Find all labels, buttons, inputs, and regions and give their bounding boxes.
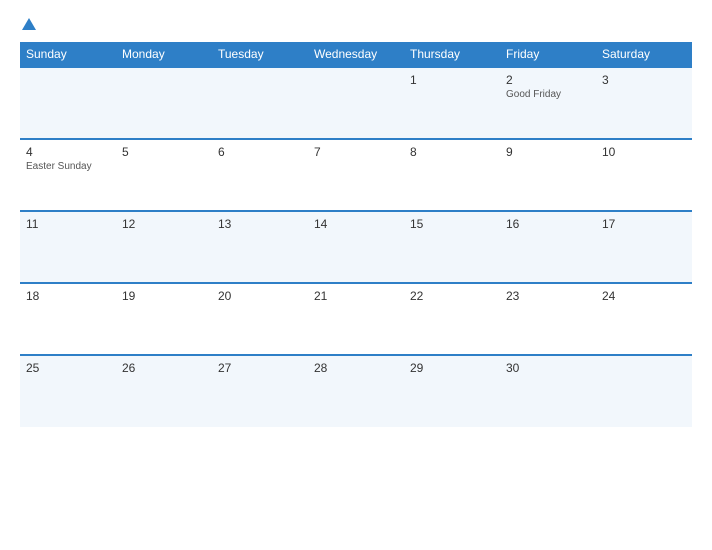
day-number: 13 xyxy=(218,217,302,231)
calendar-cell: 30 xyxy=(500,355,596,427)
day-number: 10 xyxy=(602,145,686,159)
day-number: 1 xyxy=(410,73,494,87)
calendar-cell: 29 xyxy=(404,355,500,427)
header xyxy=(20,18,692,32)
day-header-wednesday: Wednesday xyxy=(308,42,404,67)
calendar-cell: 9 xyxy=(500,139,596,211)
day-number: 9 xyxy=(506,145,590,159)
day-header-sunday: Sunday xyxy=(20,42,116,67)
calendar-cell: 25 xyxy=(20,355,116,427)
calendar-cell: 18 xyxy=(20,283,116,355)
day-number: 25 xyxy=(26,361,110,375)
day-number: 18 xyxy=(26,289,110,303)
day-number: 7 xyxy=(314,145,398,159)
day-number: 27 xyxy=(218,361,302,375)
week-row-2: 4 Easter Sunday 56789 10 xyxy=(20,139,692,211)
day-number: 15 xyxy=(410,217,494,231)
calendar-header-row: SundayMondayTuesdayWednesdayThursdayFrid… xyxy=(20,42,692,67)
day-number: 4 xyxy=(26,145,110,159)
calendar-table: SundayMondayTuesdayWednesdayThursdayFrid… xyxy=(20,42,692,427)
calendar-page: SundayMondayTuesdayWednesdayThursdayFrid… xyxy=(0,0,712,550)
week-row-1: 12 Good Friday 3 xyxy=(20,67,692,139)
calendar-cell: 26 xyxy=(116,355,212,427)
calendar-cell: 2 Good Friday xyxy=(500,67,596,139)
week-row-3: 11 12 13 14 15 16 17 xyxy=(20,211,692,283)
calendar-cell: 22 xyxy=(404,283,500,355)
calendar-cell: 5 xyxy=(116,139,212,211)
day-header-friday: Friday xyxy=(500,42,596,67)
calendar-cell: 3 xyxy=(596,67,692,139)
day-number: 21 xyxy=(314,289,398,303)
day-number: 22 xyxy=(410,289,494,303)
day-header-thursday: Thursday xyxy=(404,42,500,67)
calendar-cell xyxy=(20,67,116,139)
week-row-5: 25 26 27 28 29 30 xyxy=(20,355,692,427)
day-number: 11 xyxy=(26,217,110,231)
day-number: 16 xyxy=(506,217,590,231)
calendar-cell: 7 xyxy=(308,139,404,211)
calendar-cell: 8 xyxy=(404,139,500,211)
calendar-cell xyxy=(116,67,212,139)
day-header-tuesday: Tuesday xyxy=(212,42,308,67)
day-number: 12 xyxy=(122,217,206,231)
calendar-cell: 21 xyxy=(308,283,404,355)
calendar-cell xyxy=(596,355,692,427)
day-header-saturday: Saturday xyxy=(596,42,692,67)
calendar-cell: 13 xyxy=(212,211,308,283)
calendar-cell: 23 xyxy=(500,283,596,355)
calendar-cell: 12 xyxy=(116,211,212,283)
calendar-cell: 10 xyxy=(596,139,692,211)
day-number: 29 xyxy=(410,361,494,375)
day-number: 8 xyxy=(410,145,494,159)
day-number: 6 xyxy=(218,145,302,159)
day-number: 5 xyxy=(122,145,206,159)
day-number: 3 xyxy=(602,73,686,87)
calendar-cell xyxy=(212,67,308,139)
calendar-cell: 4 Easter Sunday xyxy=(20,139,116,211)
day-number: 23 xyxy=(506,289,590,303)
logo-triangle-icon xyxy=(22,18,36,30)
day-number: 2 xyxy=(506,73,590,87)
calendar-cell: 28 xyxy=(308,355,404,427)
calendar-cell: 6 xyxy=(212,139,308,211)
calendar-cell: 24 xyxy=(596,283,692,355)
day-number: 14 xyxy=(314,217,398,231)
logo xyxy=(20,18,36,32)
holiday-label: Good Friday xyxy=(506,89,590,100)
calendar-cell: 16 xyxy=(500,211,596,283)
calendar-cell: 19 xyxy=(116,283,212,355)
calendar-cell xyxy=(308,67,404,139)
week-row-4: 18 19 20 21 22 23 24 xyxy=(20,283,692,355)
calendar-cell: 27 xyxy=(212,355,308,427)
day-number: 17 xyxy=(602,217,686,231)
day-number: 19 xyxy=(122,289,206,303)
holiday-label: Easter Sunday xyxy=(26,161,110,172)
calendar-cell: 20 xyxy=(212,283,308,355)
day-number: 26 xyxy=(122,361,206,375)
day-number: 28 xyxy=(314,361,398,375)
calendar-cell: 1 xyxy=(404,67,500,139)
calendar-cell: 11 xyxy=(20,211,116,283)
day-number: 30 xyxy=(506,361,590,375)
day-header-monday: Monday xyxy=(116,42,212,67)
calendar-cell: 15 xyxy=(404,211,500,283)
day-number: 20 xyxy=(218,289,302,303)
calendar-cell: 17 xyxy=(596,211,692,283)
day-number: 24 xyxy=(602,289,686,303)
calendar-cell: 14 xyxy=(308,211,404,283)
